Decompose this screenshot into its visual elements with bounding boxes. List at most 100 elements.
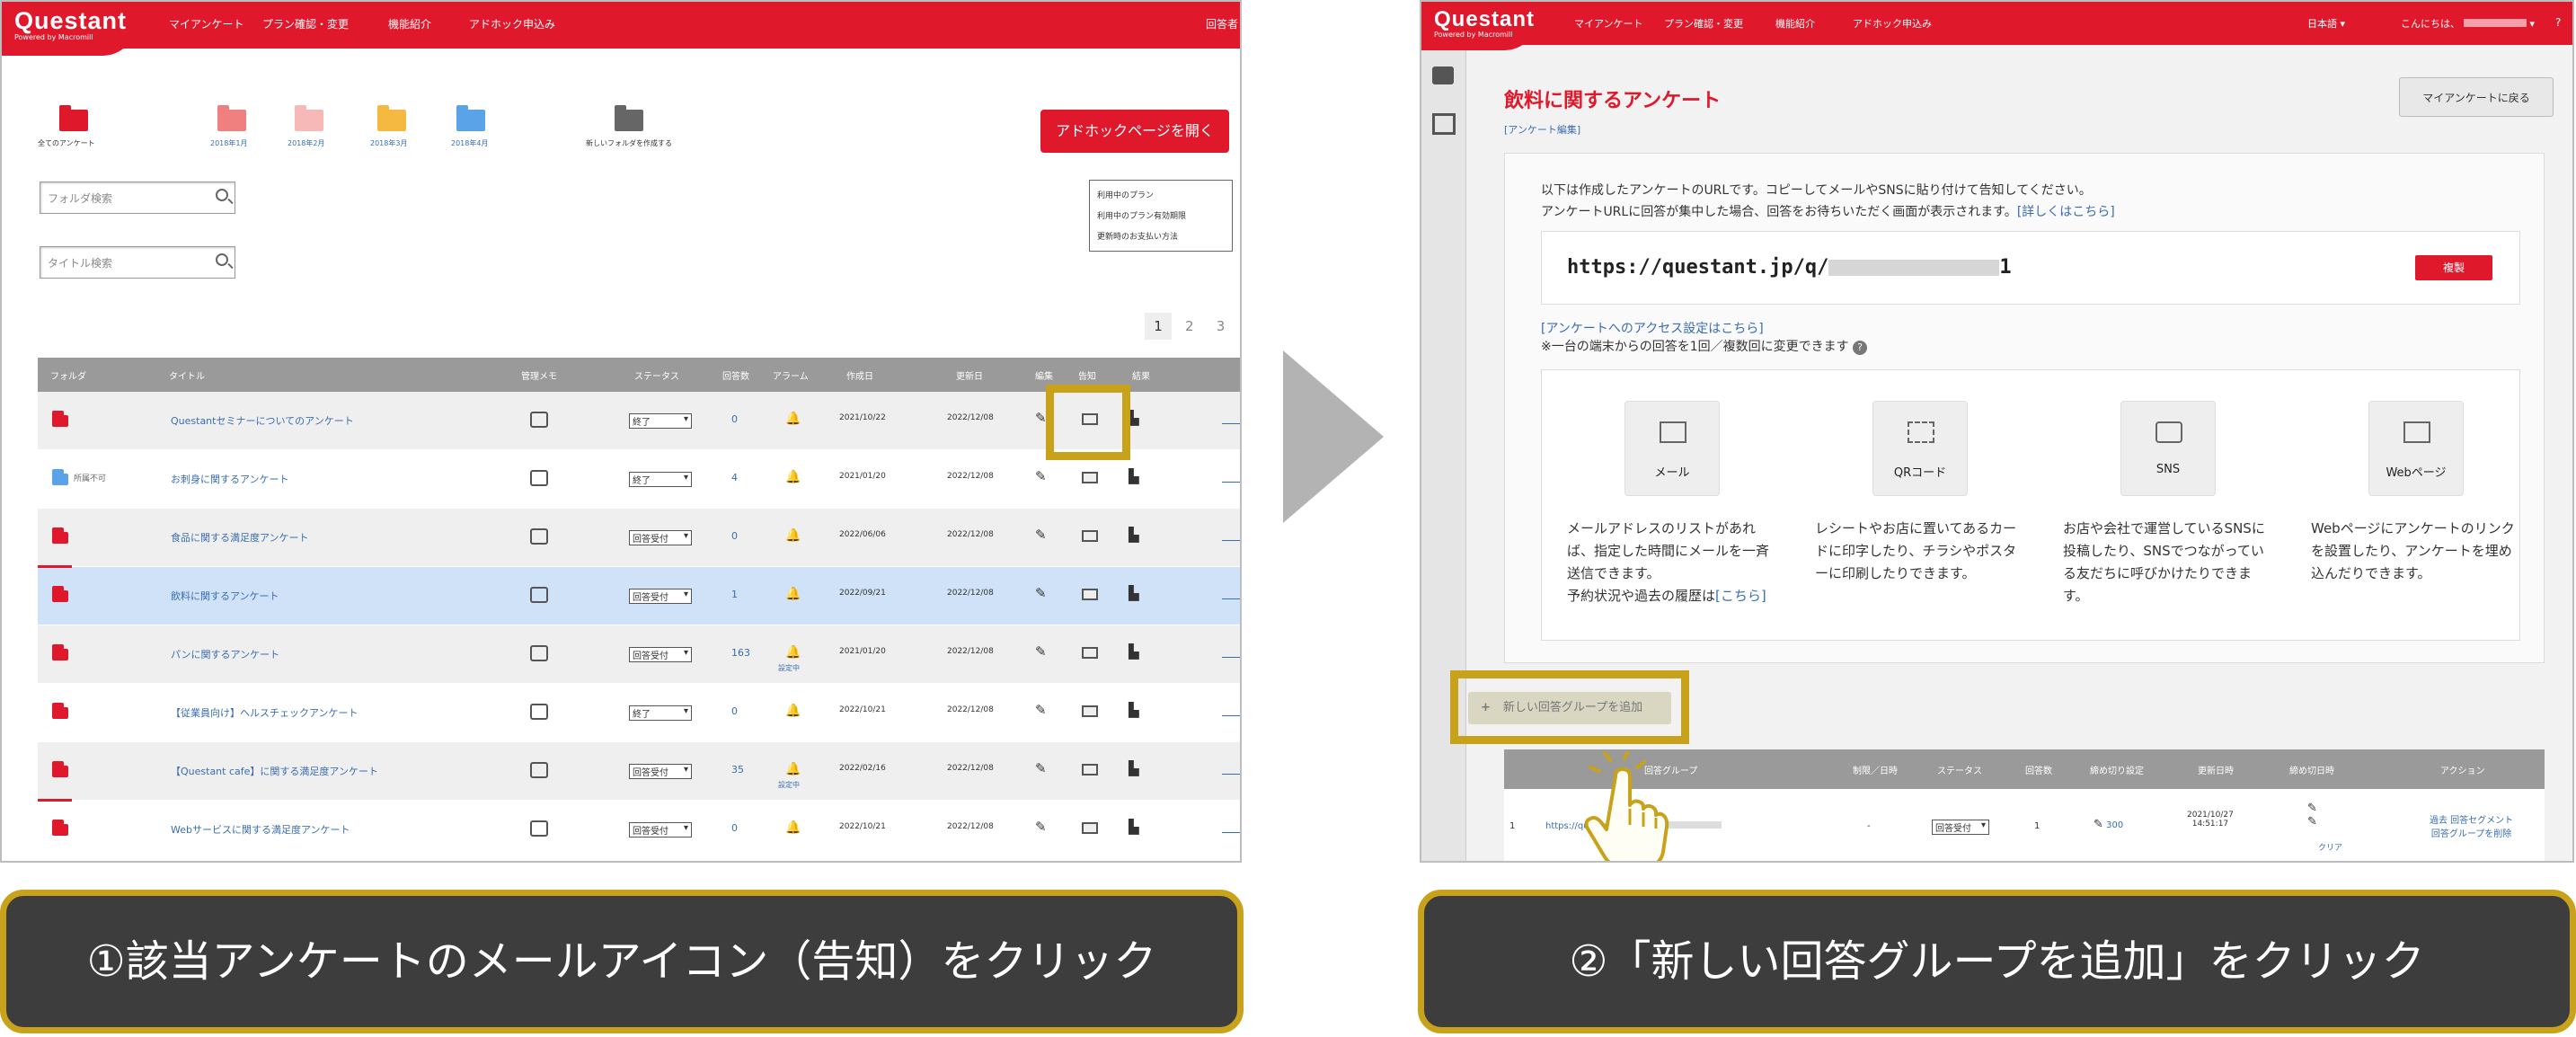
pencil-icon[interactable]: ✎ (1035, 410, 1047, 426)
row-more-link[interactable] (1222, 534, 1240, 541)
user-menu[interactable]: こんにちは、 ▾ (2401, 16, 2535, 31)
pencil-icon[interactable]: ✎ (1035, 585, 1047, 601)
mail-icon[interactable] (1082, 764, 1098, 776)
mail-icon[interactable] (1082, 705, 1098, 717)
memo-icon[interactable] (530, 528, 548, 545)
group-actions[interactable]: 過去 回答セグメント 回答グループを削除 (2430, 812, 2513, 839)
row-count[interactable]: 4 (731, 472, 738, 483)
row-title-link[interactable]: 【従業員向け】ヘルスチェックアンケート (171, 705, 359, 720)
result-chart-icon[interactable]: ▙ (1129, 760, 1139, 776)
result-chart-icon[interactable]: ▙ (1129, 702, 1139, 718)
row-count[interactable]: 0 (731, 413, 738, 425)
close-clear-link[interactable]: クリア (2318, 841, 2342, 853)
row-count[interactable]: 163 (731, 647, 750, 659)
details-link[interactable]: [詳しくはこちら] (2017, 205, 2115, 219)
table-row[interactable]: パンに関するアンケート 回答受付 163 🔔 設定中 2021/01/20 2022/12/… (38, 625, 1240, 683)
status-select[interactable]: 終了 (629, 705, 692, 721)
row-more-link[interactable] (1222, 651, 1240, 658)
folder-search-input[interactable]: フォルダ検索 (40, 182, 235, 214)
plan-link[interactable]: 利用中のプラン (1097, 186, 1225, 207)
pencil-icon[interactable]: ✎ (1035, 819, 1047, 835)
row-more-link[interactable] (1222, 826, 1240, 833)
row-more-link[interactable] (1222, 417, 1240, 424)
status-select[interactable]: 回答受付 (629, 764, 692, 779)
nav-adhoc[interactable]: アドホック申込み (1853, 16, 1932, 31)
folder-icon[interactable] (217, 105, 246, 131)
question-icon[interactable]: ? (1853, 341, 1868, 355)
edit-survey-link[interactable]: [アンケート編集] (1504, 122, 1580, 137)
memo-icon[interactable] (530, 470, 548, 486)
adhoc-page-button[interactable]: アドホックページを開く (1040, 110, 1229, 153)
share-qr-button[interactable]: QRコード (1872, 401, 1968, 496)
col-count[interactable]: 回答数 (722, 368, 749, 382)
table-row[interactable]: 飲料に関するアンケート 回答受付 1 🔔 2022/09/21 2022/12/08 ✎ ▙ (38, 567, 1240, 625)
row-more-link[interactable] (1222, 709, 1240, 716)
result-chart-icon[interactable]: ▙ (1129, 819, 1139, 835)
row-title-link[interactable]: 【Questant cafe】に関する満足度アンケート (171, 764, 378, 778)
share-sns-button[interactable]: SNS (2120, 401, 2216, 496)
col-updated[interactable]: 更新日 (956, 368, 983, 382)
result-chart-icon[interactable]: ▙ (1129, 468, 1139, 484)
memo-icon[interactable] (530, 587, 548, 603)
copy-icon[interactable] (1432, 113, 1456, 135)
bell-icon[interactable]: 🔔 (785, 412, 801, 426)
memo-icon[interactable] (530, 645, 548, 661)
mail-icon[interactable] (1082, 589, 1098, 600)
language-select[interactable]: 日本語 ▾ (2307, 16, 2345, 31)
status-select[interactable]: 終了 (629, 472, 692, 487)
nav-plan[interactable]: プラン確認・変更 (262, 16, 349, 31)
row-count[interactable]: 0 (731, 530, 738, 542)
result-chart-icon[interactable]: ▙ (1129, 643, 1139, 660)
row-title-link[interactable]: 食品に関する満足度アンケート (171, 530, 309, 545)
table-row[interactable]: Webサービスに関する満足度アンケート 回答受付 0 🔔 2022/10/21 2022/… (38, 801, 1240, 858)
table-row[interactable]: 【Questant cafe】に関する満足度アンケート 回答受付 35 🔔 設定中 202… (38, 742, 1240, 800)
folder-icon[interactable] (456, 105, 485, 131)
folder-icon[interactable] (52, 469, 68, 485)
row-count[interactable]: 0 (731, 822, 738, 834)
row-more-link[interactable] (1222, 592, 1240, 599)
group-status-select[interactable]: 回答受付 (1932, 820, 1989, 835)
share-web-button[interactable]: Webページ (2368, 401, 2464, 496)
close-date-edit[interactable]: ✎ ✎ (2307, 802, 2317, 829)
folder-icon[interactable] (52, 586, 68, 602)
page-3[interactable]: 3 (1208, 318, 1235, 334)
mail-icon[interactable] (1082, 647, 1098, 659)
title-search-input[interactable]: タイトル検索 (40, 246, 235, 279)
table-row[interactable]: 【従業員向け】ヘルスチェックアンケート 終了 0 🔔 2022/10/21 2022/12… (38, 684, 1240, 741)
row-title-link[interactable]: Webサービスに関する満足度アンケート (171, 822, 350, 837)
nav-my-survey[interactable]: マイアンケート (169, 16, 244, 31)
status-select[interactable]: 回答受付 (629, 530, 692, 545)
folder-icon[interactable] (52, 527, 68, 544)
folder-icon[interactable] (295, 105, 323, 131)
folder-icon[interactable] (377, 105, 406, 131)
row-more-link[interactable] (1222, 767, 1240, 775)
table-row[interactable]: 食品に関する満足度アンケート 回答受付 0 🔔 2022/06/06 2022/12/08… (38, 509, 1240, 566)
share-mail-button[interactable]: メール (1624, 401, 1720, 496)
mail-icon[interactable] (1082, 530, 1098, 542)
memo-icon[interactable] (530, 412, 548, 428)
memo-icon[interactable] (530, 762, 548, 778)
my-survey-button[interactable]: マイアンケートに戻る (2399, 77, 2554, 117)
row-count[interactable]: 35 (731, 764, 744, 776)
search-icon[interactable] (216, 189, 228, 201)
status-select[interactable]: 回答受付 (629, 822, 692, 838)
result-chart-icon[interactable]: ▙ (1129, 527, 1139, 543)
nav-features[interactable]: 機能紹介 (388, 16, 431, 31)
folder-icon[interactable] (52, 703, 68, 719)
pencil-icon[interactable]: ✎ (1035, 527, 1047, 543)
status-select[interactable]: 回答受付 (629, 589, 692, 604)
deadline-setting[interactable]: ✎ 300 (2094, 818, 2123, 831)
history-link[interactable]: [こちら] (1715, 588, 1766, 604)
folder-icon[interactable] (59, 105, 88, 131)
questant-logo[interactable]: Questant Powered by Macromill (1421, 2, 1538, 50)
row-title-link[interactable]: お刺身に関するアンケート (171, 472, 289, 486)
help-icon[interactable]: ? (2555, 16, 2561, 29)
new-folder-icon[interactable] (615, 105, 643, 131)
page-1[interactable]: 1 (1145, 313, 1172, 340)
nav-respondents[interactable]: 回答者 (1206, 16, 1238, 31)
row-count[interactable]: 1 (731, 589, 738, 600)
bell-icon[interactable]: 🔔 (785, 762, 801, 776)
row-title-link[interactable]: Questantセミナーについてのアンケート (171, 413, 354, 428)
row-more-link[interactable] (1222, 475, 1240, 483)
mail-icon[interactable] (1082, 472, 1098, 483)
